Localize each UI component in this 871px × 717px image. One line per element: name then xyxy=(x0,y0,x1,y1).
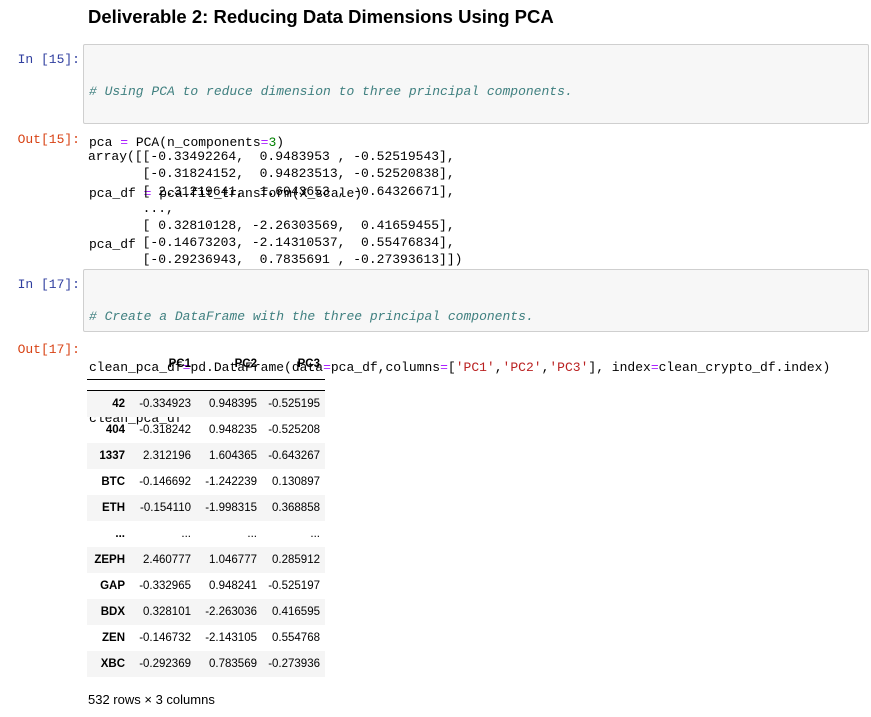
row-index: ... xyxy=(115,528,125,540)
table-cell: 1.604365 xyxy=(209,450,257,462)
section-heading: Deliverable 2: Reducing Data Dimensions … xyxy=(88,6,554,27)
code-line-comment: # Using PCA to reduce dimension to three… xyxy=(89,84,573,99)
table-cell: 0.948235 xyxy=(209,424,257,436)
table-cell: -0.332965 xyxy=(139,580,191,592)
table-cell: 0.285912 xyxy=(272,554,320,566)
column-header: PC2 xyxy=(196,349,262,380)
table-row: XBC -0.292369 0.783569 -0.273936 xyxy=(87,651,325,677)
index-name-row xyxy=(87,379,325,391)
input-prompt-15: In [15]: xyxy=(17,52,80,67)
output-prompt-15: Out[15]: xyxy=(17,132,80,147)
input-prompt-17: In [17]: xyxy=(17,277,80,292)
table-row: ............ xyxy=(87,521,325,547)
table-row: BDX 0.328101 -2.263036 0.416595 xyxy=(87,599,325,625)
table-cell: 0.554768 xyxy=(272,632,320,644)
row-index: BTC xyxy=(101,476,125,488)
row-index: 404 xyxy=(105,424,125,436)
table-cell: -0.525195 xyxy=(268,398,320,410)
index-header xyxy=(87,349,130,380)
table-row: ZEPH 2.460777 1.046777 0.285912 xyxy=(87,547,325,573)
table-cell: ... xyxy=(181,528,191,540)
row-index: BDX xyxy=(100,606,125,618)
table-cell: ... xyxy=(247,528,257,540)
row-index: ZEN xyxy=(102,632,125,644)
table-cell: 0.368858 xyxy=(272,502,320,514)
table-cell: 1.046777 xyxy=(209,554,257,566)
array-output: array([[-0.33492264, 0.9483953 , -0.5251… xyxy=(88,131,462,286)
column-header: PC3 xyxy=(262,349,325,380)
table-cell: -1.998315 xyxy=(205,502,257,514)
table-cell: ... xyxy=(310,528,320,540)
table-cell: -0.273936 xyxy=(268,658,320,670)
output-line: [-0.29236943, 0.7835691 , -0.27393613]]) xyxy=(88,252,463,268)
row-index: ETH xyxy=(102,502,125,514)
output-line: [-0.31824152, 0.94823513, -0.52520838], xyxy=(88,166,455,182)
table-cell: -0.154110 xyxy=(140,502,191,514)
table-row: 1337 2.312196 1.604365 -0.643267 xyxy=(87,443,325,469)
column-header: PC1 xyxy=(130,349,196,380)
row-index: XBC xyxy=(100,658,125,670)
output-line: [ 2.31219641, 1.6043653 , -0.64326671], xyxy=(88,183,455,199)
table-shape-summary: 532 rows × 3 columns xyxy=(88,692,215,707)
table-cell: 0.130897 xyxy=(272,476,320,488)
table-cell: -2.143105 xyxy=(205,632,257,644)
table-cell: 0.416595 xyxy=(272,606,320,618)
code-cell-17[interactable]: # Create a DataFrame with the three prin… xyxy=(83,269,869,426)
table-row: 404 -0.318242 0.948235 -0.525208 xyxy=(87,417,325,443)
table-cell: 0.783569 xyxy=(209,658,257,670)
table-cell: 2.460777 xyxy=(143,554,191,566)
row-index: 42 xyxy=(112,398,125,410)
code-cell-15[interactable]: # Using PCA to reduce dimension to three… xyxy=(83,44,869,252)
table-row: ETH -0.154110 -1.998315 0.368858 xyxy=(87,495,325,521)
table-row: GAP -0.332965 0.948241 -0.525197 xyxy=(87,573,325,599)
table-cell: -0.318242 xyxy=(139,424,191,436)
output-line: array([[-0.33492264, 0.9483953 , -0.5251… xyxy=(88,149,455,165)
table-cell: -0.146732 xyxy=(139,632,191,644)
table-cell: -2.263036 xyxy=(205,606,257,618)
output-prompt-17: Out[17]: xyxy=(17,342,80,357)
code-line-comment: # Create a DataFrame with the three prin… xyxy=(89,309,534,324)
table-cell: 0.328101 xyxy=(143,606,191,618)
output-line: [-0.14673203, -2.14310537, 0.55476834], xyxy=(88,235,455,251)
table-row: 42 -0.334923 0.948395 -0.525195 xyxy=(87,390,325,417)
table-cell: 0.948241 xyxy=(209,580,257,592)
dataframe-table: PC1 PC2 PC3 42 -0.334923 0.948395 -0.525195… xyxy=(87,349,325,677)
output-line: [ 0.32810128, -2.26303569, 0.41659455], xyxy=(88,218,455,234)
table-cell: 2.312196 xyxy=(143,450,191,462)
table-cell: -1.242239 xyxy=(205,476,257,488)
table-cell: -0.292369 xyxy=(139,658,191,670)
table-cell: -0.525208 xyxy=(268,424,320,436)
table-cell: 0.948395 xyxy=(209,398,257,410)
table-row: ZEN -0.146732 -2.143105 0.554768 xyxy=(87,625,325,651)
output-line: ..., xyxy=(88,200,174,216)
table-cell: -0.525197 xyxy=(268,580,320,592)
row-index: ZEPH xyxy=(94,554,125,566)
table-cell: -0.334923 xyxy=(139,398,191,410)
table-row: BTC -0.146692 -1.242239 0.130897 xyxy=(87,469,325,495)
header-row: PC1 PC2 PC3 xyxy=(87,349,325,380)
row-index: 1337 xyxy=(99,450,125,462)
row-index: GAP xyxy=(100,580,125,592)
table-cell: -0.146692 xyxy=(139,476,191,488)
table-cell: -0.643267 xyxy=(268,450,320,462)
